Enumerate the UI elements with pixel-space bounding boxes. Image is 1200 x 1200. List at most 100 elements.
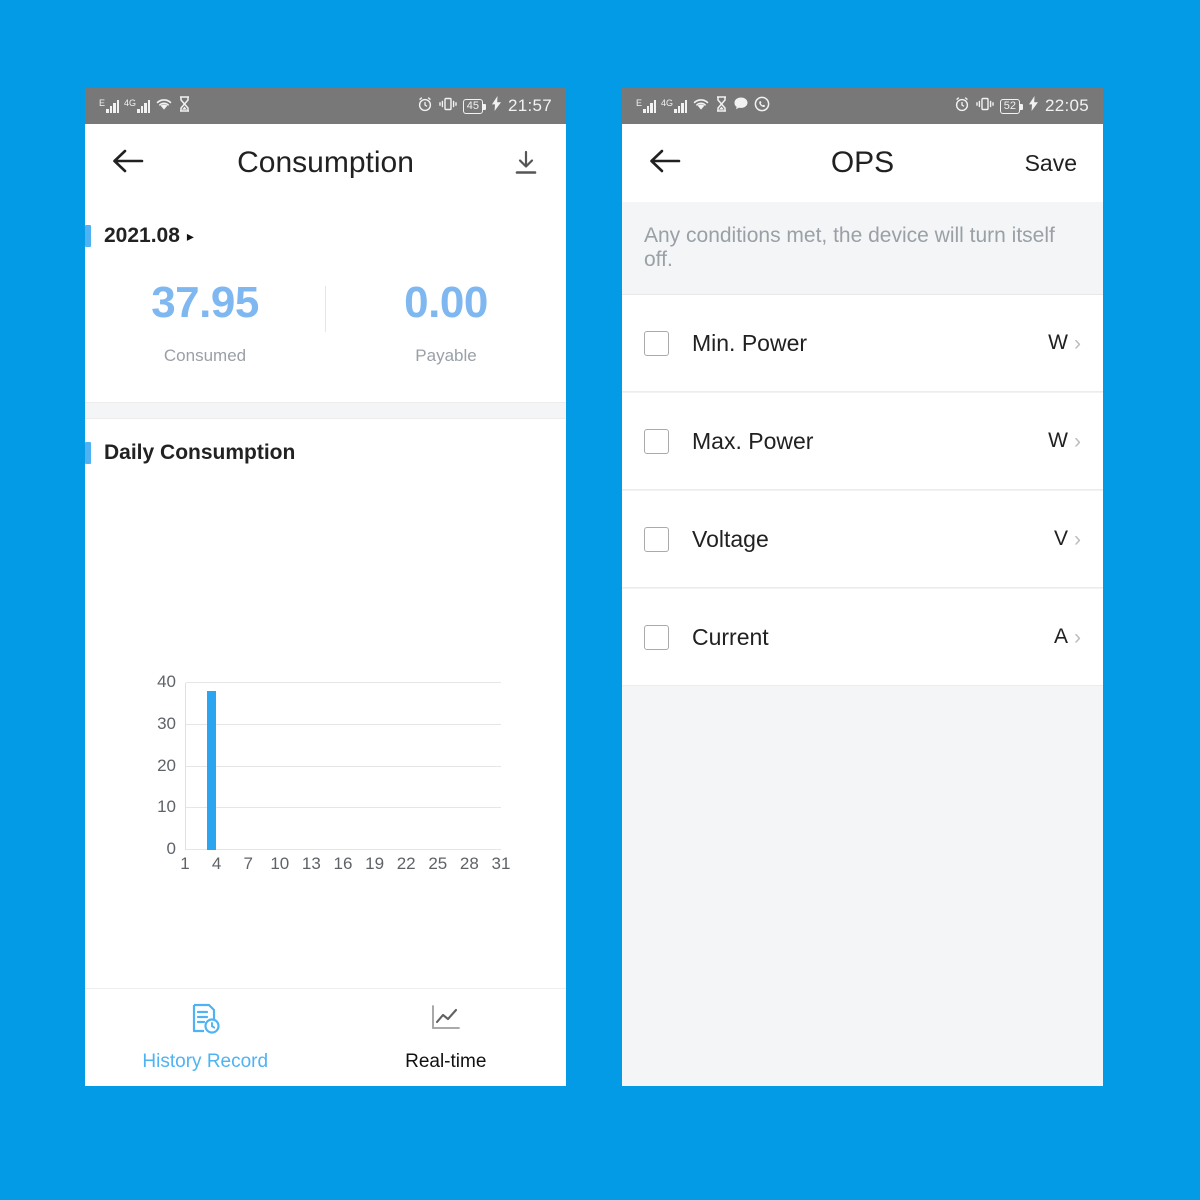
save-button[interactable]: Save: [1025, 150, 1077, 177]
signal-icon: E: [99, 98, 120, 113]
chart-x-tick-label: 31: [491, 854, 511, 873]
chart-y-tick-label: 40: [157, 672, 176, 691]
ops-row-label: Current: [692, 623, 769, 650]
checkbox-current[interactable]: [644, 624, 669, 650]
status-bar-left-icons: E 4G: [99, 95, 191, 117]
network-type-label-r2: 4G: [661, 98, 674, 108]
network-type-label-2: 4G: [124, 98, 137, 108]
chart-area: 0 10 20 30 40 1 4 7 10 13 16 19 22 25 28 31: [85, 473, 566, 988]
network-type-label-r: E: [636, 98, 643, 108]
chevron-right-icon: ›: [1074, 527, 1081, 551]
back-arrow-icon-r[interactable]: [648, 147, 682, 179]
chart-gridline: 10: [157, 797, 501, 816]
wifi-icon: [155, 97, 173, 116]
ops-row-unit: W: [1048, 331, 1068, 354]
daily-consumption-header: Daily Consumption: [85, 419, 566, 473]
status-bar-right-left-icons: E 4G: [636, 95, 770, 117]
status-bar-clock-r: 22:05: [1044, 96, 1089, 115]
charging-bolt-icon: [491, 96, 501, 116]
hourglass-icon-r: [715, 95, 728, 117]
chart-gridline: 30: [157, 714, 501, 733]
history-record-icon: [188, 1002, 222, 1041]
checkbox-voltage[interactable]: [644, 526, 669, 552]
ops-row-label: Min. Power: [692, 329, 808, 356]
summary-payable: 0.00 Payable: [326, 278, 566, 366]
battery-icon: 45: [462, 98, 487, 114]
ops-row-unit: A: [1053, 625, 1068, 648]
chevron-right-icon: ▸: [186, 227, 194, 244]
ops-row-value-area[interactable]: A ›: [1054, 625, 1081, 649]
chart-x-tick-label: 19: [365, 854, 385, 873]
app-header-consumption: Consumption: [85, 124, 566, 202]
status-bar-right-right-icons: 52 22:05: [954, 96, 1089, 117]
chat-icon: [733, 96, 749, 116]
checkbox-min-power[interactable]: [644, 330, 669, 356]
consumed-label: Consumed: [163, 346, 247, 365]
ops-hint-text: Any conditions met, the device will turn…: [622, 202, 1103, 295]
tab-real-time-label: Real-time: [405, 1051, 487, 1072]
back-arrow-icon[interactable]: [111, 147, 145, 179]
download-icon[interactable]: [512, 149, 540, 177]
payable-value: 0.00: [404, 278, 488, 327]
vibrate-icon-r: [976, 96, 994, 117]
status-bar-right-icons: 45 21:57: [417, 96, 552, 117]
daily-consumption-chart: 0 10 20 30 40 1 4 7 10 13 16 19 22 25 28 31: [85, 672, 566, 888]
app-header-ops: OPS Save: [622, 124, 1103, 202]
payable-label: Payable: [415, 346, 477, 365]
phone-screen-consumption: E 4G 45 21:57 Consumption 2021.08 ▸ 37.9…: [85, 88, 566, 1086]
chart-x-axis: 1 4 7 10 13 16 19 22 25 28 31: [180, 854, 510, 876]
status-bar-clock: 21:57: [507, 96, 552, 115]
chart-y-tick-label: 10: [157, 797, 176, 817]
consumed-value: 37.95: [151, 278, 259, 327]
screenshot-stage: E 4G 45 21:57 Consumption 2021.08 ▸ 37.9…: [0, 0, 1200, 1200]
chevron-right-icon: ›: [1074, 429, 1081, 453]
chevron-right-icon: ›: [1074, 331, 1081, 355]
status-bar-right: E 4G 52 22:05: [622, 88, 1103, 124]
ops-row-unit: W: [1048, 429, 1068, 452]
chart-plot: 0 10 20 30 40: [157, 672, 501, 858]
line-chart-icon: [429, 1002, 463, 1041]
tab-real-time[interactable]: Real-time: [326, 1002, 567, 1073]
ops-row-current[interactable]: Current A ›: [622, 589, 1103, 686]
chart-y-tick-label: 20: [157, 755, 176, 775]
signal-icon-r: E: [636, 98, 657, 113]
summary-consumed: 37.95 Consumed: [85, 278, 325, 366]
page-title: Consumption: [237, 146, 414, 179]
status-bar-left: E 4G 45 21:57: [85, 88, 566, 124]
ops-row-value-area[interactable]: W ›: [1048, 331, 1081, 355]
ops-row-value-area[interactable]: W ›: [1048, 429, 1081, 453]
ops-condition-list: Min. Power W › Max. Power W › Voltage V › Current…: [622, 295, 1103, 686]
hourglass-icon: [178, 95, 191, 117]
tab-history-record[interactable]: History Record: [85, 1002, 326, 1073]
chart-x-tick-label: 1: [180, 854, 190, 873]
accent-bar: [85, 225, 91, 247]
tab-history-record-label: History Record: [142, 1051, 269, 1072]
alarm-icon-r: [954, 96, 970, 117]
period-selector[interactable]: 2021.08 ▸: [85, 202, 566, 256]
bottom-navigation: History Record Real-time: [85, 988, 566, 1086]
ops-row-value-area[interactable]: V ›: [1054, 527, 1081, 551]
chart-x-tick-label: 13: [301, 854, 321, 873]
ops-row-unit: V: [1053, 527, 1068, 550]
chart-x-tick-label: 25: [428, 854, 448, 873]
chevron-right-icon: ›: [1074, 625, 1081, 649]
chart-x-tick-label: 10: [270, 854, 290, 873]
section-separator: [85, 402, 566, 419]
signal-icon-2: 4G: [124, 98, 151, 113]
checkbox-max-power[interactable]: [644, 428, 669, 454]
ops-row-min-power[interactable]: Min. Power W ›: [622, 295, 1103, 392]
chart-x-tick-label: 4: [211, 854, 222, 873]
period-label: 2021.08: [104, 224, 180, 247]
wifi-icon-r: [692, 97, 710, 116]
chart-x-tick-label: 28: [459, 854, 479, 873]
network-type-label: E: [99, 98, 106, 108]
whatsapp-icon: [754, 96, 770, 117]
chart-x-tick-label: 22: [396, 854, 416, 873]
ops-row-voltage[interactable]: Voltage V ›: [622, 491, 1103, 588]
consumption-summary: 37.95 Consumed 0.00 Payable: [85, 256, 566, 402]
charging-bolt-icon-r: [1028, 96, 1038, 116]
chart-gridline: 0: [167, 839, 501, 858]
alarm-icon: [417, 96, 433, 117]
phone-screen-ops: E 4G 52 22:05 OPS Save Any conditions me…: [622, 88, 1103, 1086]
ops-row-max-power[interactable]: Max. Power W ›: [622, 393, 1103, 490]
